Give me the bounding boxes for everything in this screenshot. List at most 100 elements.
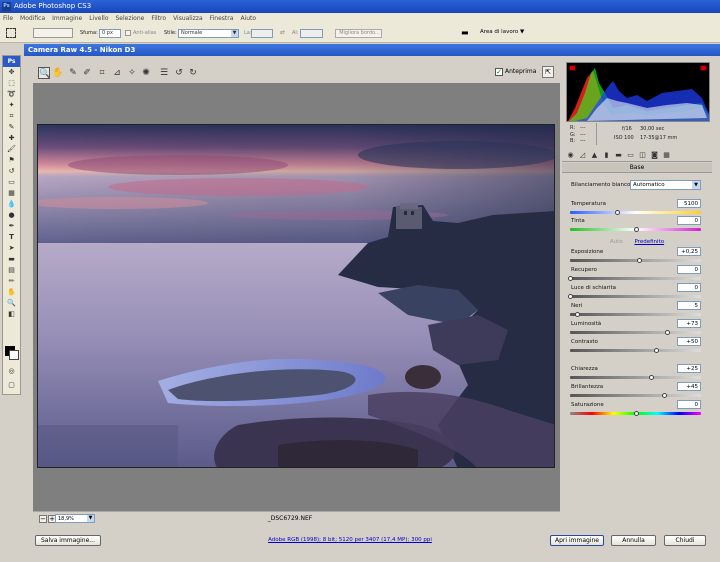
save-image-button[interactable]: Salva immagine... xyxy=(35,535,101,546)
magic-wand-icon[interactable]: ✦ xyxy=(3,100,20,111)
zoom-tool-icon[interactable]: 🔍 xyxy=(38,67,50,79)
straighten-tool-icon[interactable]: ⊿ xyxy=(111,67,123,79)
lasso-tool-icon[interactable]: ➰ xyxy=(3,89,20,100)
slider-value-input[interactable]: +0,25 xyxy=(677,247,701,256)
menu-item[interactable]: File xyxy=(3,15,13,22)
healing-brush-icon[interactable]: ✚ xyxy=(3,133,20,144)
blur-tool-icon[interactable]: 💧 xyxy=(3,199,20,210)
gradient-tool-icon[interactable]: ▦ xyxy=(3,188,20,199)
type-tool-icon[interactable]: T xyxy=(3,232,20,243)
default-colors-icon[interactable]: ◧ xyxy=(3,309,20,320)
menu-item[interactable]: Filtro xyxy=(151,15,166,22)
slider-value-input[interactable]: 5100 xyxy=(677,199,701,208)
dodge-tool-icon[interactable]: ● xyxy=(3,210,20,221)
palette-well-icon[interactable]: ▬ xyxy=(461,28,469,37)
menu-item[interactable]: Finestra xyxy=(210,15,234,22)
tab-tone-curve-icon[interactable]: ◿ xyxy=(578,151,587,159)
slider-value-input[interactable]: 5 xyxy=(677,301,701,310)
highlight-clipping-toggle[interactable] xyxy=(700,65,707,71)
slider-value-input[interactable]: +50 xyxy=(677,337,701,346)
swap-icon[interactable]: ⇄ xyxy=(280,29,285,36)
white-balance-select[interactable]: Automatico ▼ xyxy=(630,180,701,190)
tab-camera-calibration-icon[interactable]: ◫ xyxy=(638,151,647,159)
zoom-level-select[interactable]: 18,9% ▼ xyxy=(55,514,95,523)
done-button[interactable]: Chiudi xyxy=(664,535,706,546)
tab-basic-icon[interactable]: ◉ xyxy=(566,151,575,159)
slider-track[interactable] xyxy=(570,349,701,352)
red-eye-icon[interactable]: ✺ xyxy=(140,67,152,79)
height-input[interactable] xyxy=(300,29,323,38)
move-tool-icon[interactable]: ✥ xyxy=(3,67,20,78)
slider-track[interactable] xyxy=(570,313,701,316)
tab-split-toning-icon[interactable]: ▬ xyxy=(614,151,623,159)
shape-tool-icon[interactable]: ▬ xyxy=(3,254,20,265)
antialias-checkbox[interactable] xyxy=(125,30,131,36)
eyedropper-icon[interactable]: ✏ xyxy=(3,276,20,287)
spot-removal-icon[interactable]: ✧ xyxy=(126,67,138,79)
slider-thumb[interactable] xyxy=(615,210,621,215)
slider-track[interactable] xyxy=(570,331,701,334)
marquee-tool-icon[interactable] xyxy=(6,28,16,38)
crop-tool-icon[interactable]: ⌗ xyxy=(96,67,108,79)
hand-tool-icon[interactable]: ✋ xyxy=(3,287,20,298)
menu-item[interactable]: Visualizza xyxy=(173,15,203,22)
auto-link[interactable]: Auto xyxy=(610,239,623,245)
tab-lens-icon[interactable]: ▭ xyxy=(626,151,635,159)
shadow-clipping-toggle[interactable] xyxy=(569,65,576,71)
history-brush-icon[interactable]: ↺ xyxy=(3,166,20,177)
crop-tool-icon[interactable]: ⌗ xyxy=(3,111,20,122)
eraser-tool-icon[interactable]: ▭ xyxy=(3,177,20,188)
preview-checkbox[interactable]: ✓ xyxy=(495,68,503,76)
refine-edge-button[interactable]: Migliora bordo... xyxy=(335,29,382,38)
slider-value-input[interactable]: 0 xyxy=(677,400,701,409)
slider-track[interactable] xyxy=(570,259,701,262)
slider-thumb[interactable] xyxy=(664,330,670,335)
slider-thumb[interactable] xyxy=(633,227,639,232)
width-input[interactable] xyxy=(251,29,273,38)
slider-value-input[interactable]: +73 xyxy=(677,319,701,328)
slider-thumb[interactable] xyxy=(637,258,643,263)
zoom-tool-icon[interactable]: 🔍 xyxy=(3,298,20,309)
cancel-button[interactable]: Annulla xyxy=(611,535,656,546)
workspace-menu[interactable]: Area di lavoro ▼ xyxy=(480,29,524,35)
rotate-right-icon[interactable]: ↻ xyxy=(187,67,199,79)
hand-tool-icon[interactable]: ✋ xyxy=(52,67,64,79)
tab-detail-icon[interactable]: ▲ xyxy=(590,151,599,159)
tab-snapshots-icon[interactable]: ▦ xyxy=(662,151,671,159)
feather-input[interactable]: 0 px xyxy=(99,29,121,38)
slider-thumb[interactable] xyxy=(633,411,639,416)
slider-thumb[interactable] xyxy=(574,312,580,317)
slider-thumb[interactable] xyxy=(568,276,573,281)
menu-item[interactable]: Modifica xyxy=(20,15,45,22)
workflow-options-link[interactable]: Adobe RGB (1998); 8 bit; 5120 per 3407 (… xyxy=(200,537,500,543)
quick-mask-icon[interactable]: ◎ xyxy=(3,366,20,377)
preferences-icon[interactable]: ☰ xyxy=(158,67,170,79)
zoom-out-button[interactable]: − xyxy=(39,515,47,523)
slider-track[interactable] xyxy=(570,376,701,379)
marquee-tool-icon[interactable]: ⬚ xyxy=(3,78,20,89)
slider-track[interactable] xyxy=(570,295,701,298)
style-select[interactable]: Normale ▼ xyxy=(178,29,239,38)
white-balance-tool-icon[interactable]: ✎ xyxy=(67,67,79,79)
tab-presets-icon[interactable]: ◙ xyxy=(650,151,659,159)
menu-item[interactable]: Immagine xyxy=(52,15,82,22)
rotate-left-icon[interactable]: ↺ xyxy=(173,67,185,79)
menu-item[interactable]: Livello xyxy=(89,15,108,22)
menu-item[interactable]: Aiuto xyxy=(240,15,256,22)
screen-mode-icon[interactable]: ▢ xyxy=(3,380,20,391)
slider-value-input[interactable]: +45 xyxy=(677,382,701,391)
selection-mode-buttons[interactable] xyxy=(33,28,73,38)
pen-tool-icon[interactable]: ✒ xyxy=(3,221,20,232)
slider-track[interactable] xyxy=(570,211,701,214)
slider-track[interactable] xyxy=(570,394,701,397)
open-image-button[interactable]: Apri immagine xyxy=(550,535,604,546)
tab-hsl-icon[interactable]: ▮ xyxy=(602,151,611,159)
brush-tool-icon[interactable]: 🖌 xyxy=(3,144,20,155)
color-sampler-icon[interactable]: ✐ xyxy=(81,67,93,79)
slider-thumb[interactable] xyxy=(654,348,660,353)
slice-tool-icon[interactable]: ✎ xyxy=(3,122,20,133)
slider-value-input[interactable]: 0 xyxy=(677,216,701,225)
slider-thumb[interactable] xyxy=(568,294,573,299)
default-link[interactable]: Predefinito xyxy=(634,239,664,245)
stamp-tool-icon[interactable]: ⚑ xyxy=(3,155,20,166)
